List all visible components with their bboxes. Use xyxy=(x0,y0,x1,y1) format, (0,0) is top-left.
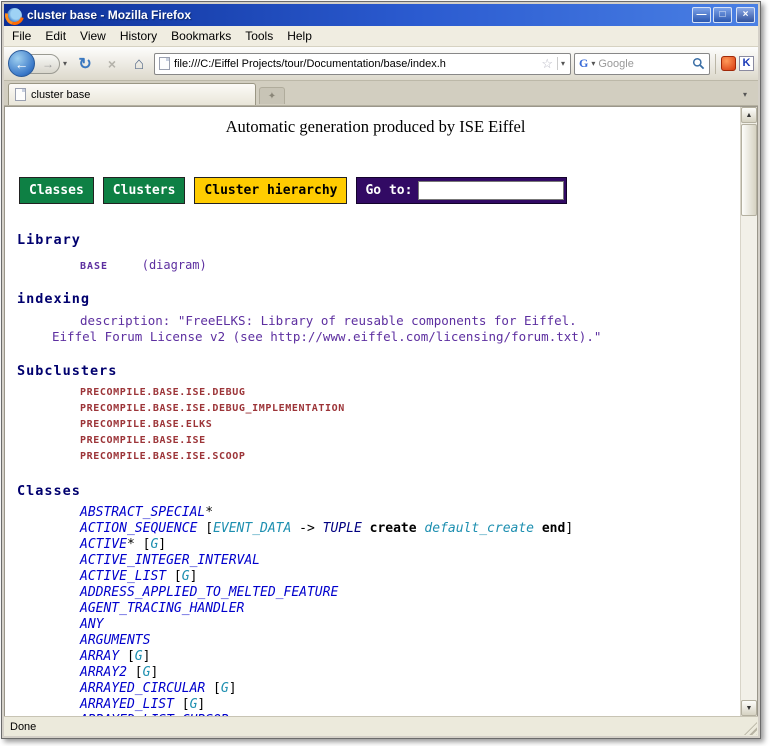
firefox-icon xyxy=(7,8,22,23)
toolbar-separator xyxy=(715,54,716,74)
indexing-heading: indexing xyxy=(17,291,734,307)
tab-favicon xyxy=(15,88,26,101)
nav-toolbar: ← → ▾ ↻ × ⌂ file:///C:/Eiffel Projects/t… xyxy=(4,47,758,81)
url-dropdown-icon[interactable]: ▾ xyxy=(557,57,566,70)
minimize-button[interactable]: — xyxy=(692,7,711,23)
class-link[interactable]: ARRAYED_LIST [G] xyxy=(80,697,734,713)
tab-label: cluster base xyxy=(31,89,90,101)
goto-label: Go to: xyxy=(359,183,418,198)
menu-bar: FileEditViewHistoryBookmarksToolsHelp xyxy=(4,26,758,47)
back-button[interactable]: ← xyxy=(8,50,35,77)
status-text: Done xyxy=(10,721,36,733)
vertical-scrollbar[interactable]: ▲ ▼ xyxy=(740,107,757,716)
class-link[interactable]: ARGUMENTS xyxy=(80,633,734,649)
library-line: BASE (diagram) xyxy=(80,254,734,273)
refresh-button[interactable]: ↻ xyxy=(73,52,97,76)
subclusters-heading: Subclusters xyxy=(17,363,734,379)
bookmark-star-icon[interactable]: ☆ xyxy=(541,57,553,70)
menu-file[interactable]: File xyxy=(5,26,38,46)
search-input[interactable]: Google xyxy=(598,58,689,70)
subclusters-list: PRECOMPILE.BASE.ISE.DEBUGPRECOMPILE.BASE… xyxy=(80,385,734,465)
class-link[interactable]: ACTIVE_INTEGER_INTERVAL xyxy=(80,553,734,569)
menu-help[interactable]: Help xyxy=(280,26,319,46)
class-link[interactable]: ARRAY [G] xyxy=(80,649,734,665)
class-link[interactable]: ACTIVE_LIST [G] xyxy=(80,569,734,585)
document-body: Automatic generation produced by ISE Eif… xyxy=(5,107,740,716)
doc-button-row: Classes Clusters Cluster hierarchy Go to: xyxy=(19,177,734,204)
goto-input[interactable] xyxy=(418,181,564,200)
title-bar[interactable]: cluster base - Mozilla Firefox — □ × xyxy=(4,4,758,26)
home-button[interactable]: ⌂ xyxy=(127,52,151,76)
menu-bookmarks[interactable]: Bookmarks xyxy=(164,26,238,46)
scrollbar-thumb[interactable] xyxy=(741,124,757,216)
classes-list: ABSTRACT_SPECIAL*ACTION_SEQUENCE [EVENT_… xyxy=(80,505,734,716)
menu-view[interactable]: View xyxy=(73,26,113,46)
status-bar: Done xyxy=(4,716,758,736)
subcluster-link[interactable]: PRECOMPILE.BASE.ISE.DEBUG_IMPLEMENTATION xyxy=(80,401,734,417)
stop-button[interactable]: × xyxy=(100,52,124,76)
class-link[interactable]: AGENT_TRACING_HANDLER xyxy=(80,601,734,617)
subcluster-link[interactable]: PRECOMPILE.BASE.ELKS xyxy=(80,417,734,433)
library-heading: Library xyxy=(17,232,734,248)
tab-bar: cluster base ✦ ▾ xyxy=(4,81,758,106)
subcluster-link[interactable]: PRECOMPILE.BASE.ISE.SCOOP xyxy=(80,449,734,465)
page-banner: Automatic generation produced by ISE Eif… xyxy=(17,117,734,137)
scroll-down-icon[interactable]: ▼ xyxy=(741,700,757,716)
history-dropdown-icon[interactable]: ▾ xyxy=(60,59,70,68)
base-cluster-link[interactable]: BASE xyxy=(80,261,108,272)
indexing-line: Eiffel Forum License v2 (see http://www.… xyxy=(52,329,734,345)
addon-icon-red[interactable] xyxy=(721,56,736,71)
menu-edit[interactable]: Edit xyxy=(38,26,73,46)
page-content: Automatic generation produced by ISE Eif… xyxy=(4,106,758,716)
menu-tools[interactable]: Tools xyxy=(238,26,280,46)
doc-buttons: Classes Clusters Cluster hierarchy xyxy=(19,177,347,204)
doc-button-classes[interactable]: Classes xyxy=(19,177,94,204)
address-bar[interactable]: file:///C:/Eiffel Projects/tour/Document… xyxy=(154,53,571,75)
indexing-line: description: "FreeELKS: Library of reusa… xyxy=(80,313,734,329)
indexing-block: description: "FreeELKS: Library of reusa… xyxy=(17,313,734,345)
class-link[interactable]: ACTIVE* [G] xyxy=(80,537,734,553)
search-engine-dropdown-icon[interactable]: ▾ xyxy=(591,59,595,68)
page-favicon xyxy=(159,57,170,70)
back-forward-group: ← → ▾ xyxy=(8,50,70,77)
doc-button-cluster-hierarchy[interactable]: Cluster hierarchy xyxy=(194,177,347,204)
browser-window: cluster base - Mozilla Firefox — □ × Fil… xyxy=(1,1,761,739)
menu-history[interactable]: History xyxy=(113,26,164,46)
tab-list-dropdown-icon[interactable]: ▾ xyxy=(736,85,754,103)
url-text[interactable]: file:///C:/Eiffel Projects/tour/Document… xyxy=(174,58,537,70)
addon-icon-k[interactable]: K xyxy=(739,56,754,71)
subcluster-link[interactable]: PRECOMPILE.BASE.ISE.DEBUG xyxy=(80,385,734,401)
subcluster-link[interactable]: PRECOMPILE.BASE.ISE xyxy=(80,433,734,449)
class-link[interactable]: ARRAYED_CIRCULAR [G] xyxy=(80,681,734,697)
diagram-link[interactable]: (diagram) xyxy=(142,258,207,272)
maximize-button[interactable]: □ xyxy=(713,7,732,23)
search-box[interactable]: G ▾ Google xyxy=(574,53,710,75)
class-link[interactable]: ACTION_SEQUENCE [EVENT_DATA -> TUPLE cre… xyxy=(80,521,734,537)
doc-button-clusters[interactable]: Clusters xyxy=(103,177,186,204)
tab-strip-button[interactable]: ✦ xyxy=(259,87,285,104)
magnifier-icon[interactable] xyxy=(692,57,705,70)
class-link[interactable]: ARRAY2 [G] xyxy=(80,665,734,681)
classes-heading: Classes xyxy=(17,483,734,499)
class-link[interactable]: ANY xyxy=(80,617,734,633)
close-button[interactable]: × xyxy=(736,7,755,23)
class-link[interactable]: ADDRESS_APPLIED_TO_MELTED_FEATURE xyxy=(80,585,734,601)
tab-cluster-base[interactable]: cluster base xyxy=(8,83,256,105)
window-title: cluster base - Mozilla Firefox xyxy=(27,8,687,22)
scroll-up-icon[interactable]: ▲ xyxy=(741,107,757,123)
window-controls: — □ × xyxy=(692,7,755,23)
google-icon: G xyxy=(579,56,588,71)
resize-grip[interactable] xyxy=(744,722,757,735)
class-link[interactable]: ABSTRACT_SPECIAL* xyxy=(80,505,734,521)
goto-box: Go to: xyxy=(356,177,567,204)
